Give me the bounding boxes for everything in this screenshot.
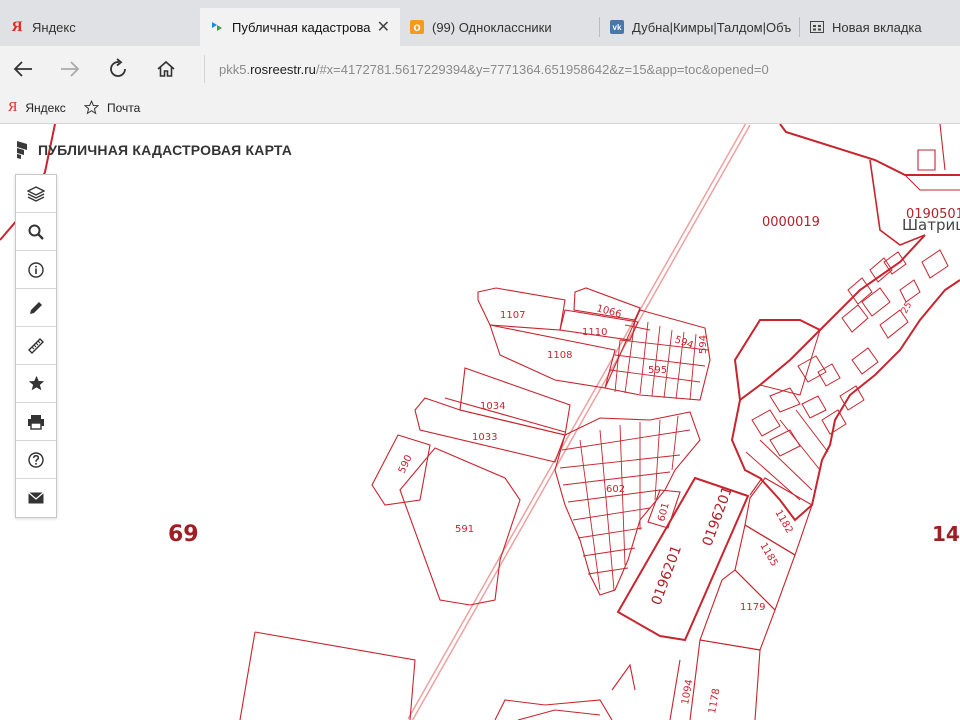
rosreestr-logo-icon <box>17 141 27 159</box>
parcel-label: 594 <box>673 334 695 351</box>
yandex-icon: Я <box>8 99 18 115</box>
home-icon <box>157 60 175 77</box>
star-icon <box>84 100 99 115</box>
feedback-button[interactable] <box>16 479 56 517</box>
parcel-label: 1182 <box>772 508 794 536</box>
url-domain: rosreestr.ru <box>250 61 316 77</box>
tab-title: Яндекс <box>32 19 76 35</box>
favorite-label: Яндекс <box>25 100 66 115</box>
back-button[interactable] <box>8 54 38 84</box>
favorites-button[interactable] <box>16 365 56 403</box>
parcel-label: 591 <box>455 524 474 535</box>
navigation-bar: pkk5. rosreestr.ru/#x=4172781.5617229394&… <box>0 46 960 92</box>
url-path: /#x=4172781.5617229394&y=7771364.6519586… <box>315 61 769 77</box>
url-prefix: pkk5. <box>219 61 251 77</box>
map-title: ПУБЛИЧНАЯ КАДАСТРОВАЯ КАРТА <box>38 142 293 158</box>
tab-yandex[interactable]: Я Яндекс <box>0 8 200 46</box>
tab-new[interactable]: Новая вкладка <box>800 8 960 46</box>
close-tab-icon[interactable]: ✕ <box>377 17 390 37</box>
district-label-69: 69 <box>168 522 199 547</box>
pencil-icon <box>30 301 42 314</box>
search-button[interactable] <box>16 213 56 251</box>
info-icon <box>28 261 44 278</box>
tab-title: Новая вкладка <box>832 19 922 35</box>
home-button[interactable] <box>151 54 181 84</box>
quarter-label: 0000019 <box>762 215 820 230</box>
layers-button[interactable] <box>16 175 56 213</box>
yandex-icon: Я <box>11 18 23 35</box>
mail-icon <box>28 492 44 504</box>
info-button[interactable] <box>16 251 56 289</box>
favorite-label: Почта <box>107 100 141 115</box>
district-label-14: 14 <box>932 522 960 546</box>
help-icon <box>28 451 44 468</box>
parcel-label: 595 <box>648 365 667 376</box>
map-toolbar <box>15 174 57 518</box>
cadastral-map[interactable]: 69 14 0000019 0190501 Шатрищ 0196201 019… <box>0 124 960 720</box>
back-arrow-icon <box>13 61 32 77</box>
parcel-label: 1110 <box>582 327 607 338</box>
tab-bar: Я Яндекс Публичная кадастрова ✕ о (99) О… <box>0 0 960 46</box>
odnoklassniki-icon: о <box>410 20 424 34</box>
parcel-label: 1178 <box>707 688 722 715</box>
parcel-label: 1094 <box>680 679 695 706</box>
search-icon <box>28 224 44 240</box>
parcel-label: 1179 <box>740 602 765 613</box>
tab-vk[interactable]: vk Дубна|Кимры|Талдом|Объ <box>600 8 800 46</box>
print-icon <box>28 414 44 430</box>
parcel-label: 1108 <box>547 350 572 361</box>
new-tab-icon <box>810 20 824 34</box>
parcel-label: 1185 <box>757 541 779 569</box>
print-button[interactable] <box>16 403 56 441</box>
tab-rosreestr[interactable]: Публичная кадастрова ✕ <box>200 8 400 46</box>
parcel-label: 1033 <box>472 432 497 443</box>
parcel-label: 601 <box>656 501 672 522</box>
quarter-label: 0196201 <box>700 484 736 548</box>
address-bar[interactable]: pkk5. rosreestr.ru/#x=4172781.5617229394&… <box>204 55 944 83</box>
vk-icon: vk <box>610 20 624 34</box>
settlement-label: Шатрищ <box>902 216 960 234</box>
parcel-label: 1066 <box>595 303 622 320</box>
favorites-bar: Я Яндекс Почта <box>0 92 960 124</box>
refresh-icon <box>110 58 126 77</box>
map-brand: ПУБЛИЧНАЯ КАДАСТРОВАЯ КАРТА <box>14 140 292 160</box>
layers-icon <box>27 185 45 202</box>
parcel-label: 602 <box>606 484 625 495</box>
parcel-label: 1107 <box>500 310 525 321</box>
draw-button[interactable] <box>16 289 56 327</box>
favorite-yandex[interactable]: Я Яндекс <box>8 92 66 123</box>
parcel-label: 590 <box>397 453 415 475</box>
tab-title: Публичная кадастрова <box>232 19 371 35</box>
help-button[interactable] <box>16 441 56 479</box>
tab-odnoklassniki[interactable]: о (99) Одноклассники <box>400 8 600 46</box>
forward-button[interactable] <box>55 54 85 84</box>
parcel-label: 594 <box>698 335 709 354</box>
map-canvas[interactable]: 69 14 0000019 0190501 Шатрищ 0196201 019… <box>0 124 960 720</box>
forward-arrow-icon <box>61 61 80 77</box>
measure-button[interactable] <box>16 327 56 365</box>
tab-title: Дубна|Кимры|Талдом|Объ <box>632 19 792 35</box>
favorite-pochta[interactable]: Почта <box>84 92 140 123</box>
refresh-button[interactable] <box>103 54 133 84</box>
star-icon <box>28 375 44 391</box>
quarter-label: 0196201 <box>649 543 685 607</box>
tab-title: (99) Одноклассники <box>432 19 552 35</box>
rosreestr-icon <box>210 20 224 34</box>
ruler-icon <box>28 337 44 354</box>
parcel-label: 1034 <box>480 401 505 412</box>
